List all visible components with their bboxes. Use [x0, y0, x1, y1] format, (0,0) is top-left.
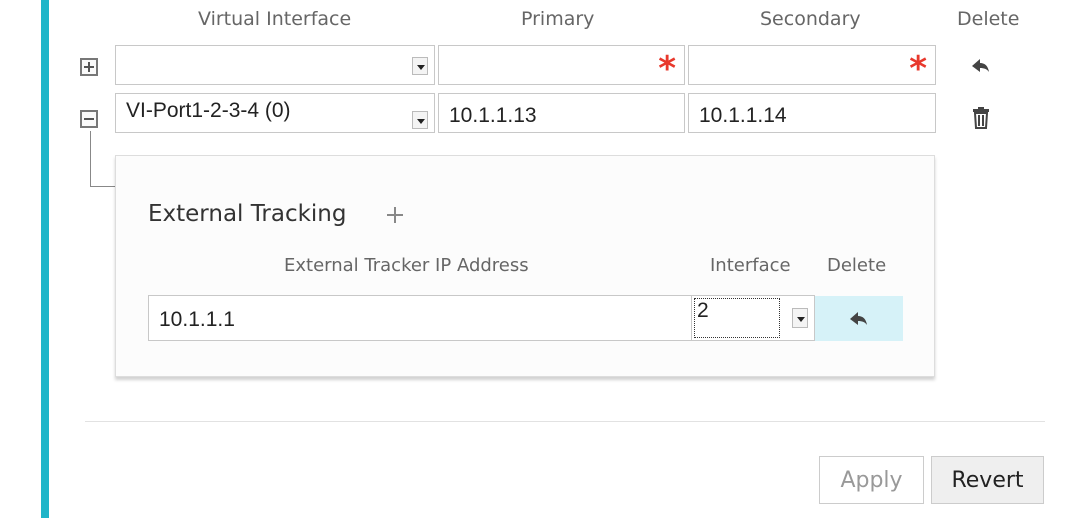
dropdown-arrow-icon[interactable]	[412, 57, 428, 75]
tree-connector	[90, 131, 91, 187]
add-tracker-plus-icon[interactable]	[387, 207, 403, 223]
primary-value: 10.1.1.13	[449, 104, 537, 127]
header-interface: Interface	[710, 255, 791, 276]
new-virtual-interface-select[interactable]	[115, 45, 435, 85]
header-virtual-interface: Virtual Interface	[198, 8, 352, 30]
tracker-ip-value: 10.1.1.1	[159, 308, 235, 331]
header-delete: Delete	[957, 8, 1020, 30]
primary-input[interactable]: 10.1.1.13	[438, 93, 685, 133]
tracker-ip-input[interactable]: 10.1.1.1	[148, 295, 692, 341]
new-secondary-input[interactable]: *	[688, 45, 936, 89]
external-tracking-panel: External Tracking External Tracker IP Ad…	[115, 155, 935, 377]
external-tracking-title: External Tracking	[148, 201, 347, 227]
divider	[85, 421, 1045, 422]
secondary-input[interactable]: 10.1.1.14	[688, 93, 936, 133]
apply-button[interactable]: Apply	[819, 456, 924, 504]
header-secondary: Secondary	[760, 8, 861, 30]
trash-icon[interactable]	[972, 107, 990, 134]
header-primary: Primary	[521, 8, 595, 30]
virtual-interface-value: VI-Port1-2-3-4 (0)	[126, 99, 291, 122]
dropdown-arrow-icon[interactable]	[792, 308, 808, 328]
required-asterisk-icon: *	[909, 49, 927, 89]
interface-select[interactable]: 2	[691, 295, 815, 341]
new-primary-input[interactable]: *	[438, 45, 685, 89]
collapse-minus-icon[interactable]	[80, 110, 98, 128]
header-tracker-ip: External Tracker IP Address	[284, 255, 529, 276]
virtual-interface-select[interactable]: VI-Port1-2-3-4 (0)	[115, 93, 435, 133]
expand-plus-icon[interactable]	[80, 58, 98, 76]
undo-icon[interactable]	[849, 311, 869, 332]
revert-button[interactable]: Revert	[931, 456, 1044, 504]
header-tracker-delete: Delete	[827, 255, 887, 276]
dropdown-arrow-icon[interactable]	[412, 111, 428, 129]
interface-value: 2	[697, 299, 709, 322]
required-asterisk-icon: *	[658, 49, 676, 89]
undo-icon[interactable]	[971, 58, 991, 79]
tree-connector	[90, 186, 118, 187]
secondary-value: 10.1.1.14	[699, 104, 787, 127]
accent-bar	[41, 0, 49, 518]
